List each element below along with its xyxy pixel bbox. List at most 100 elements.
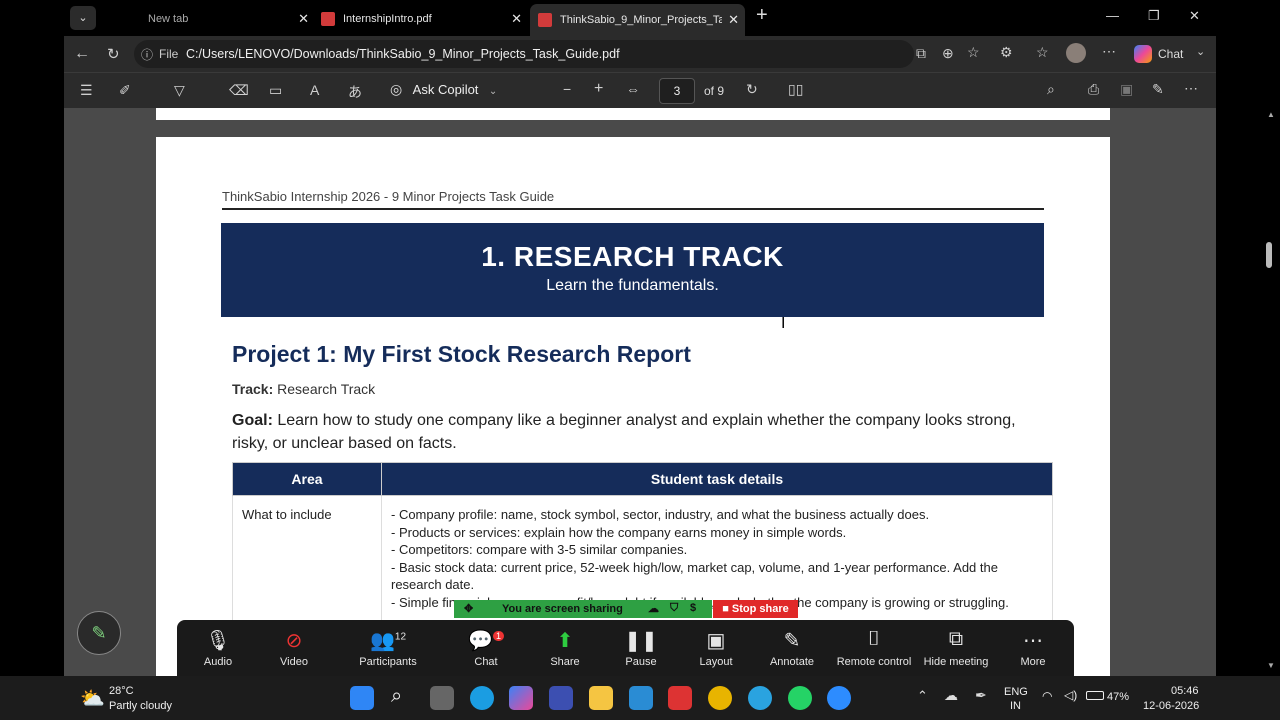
extensions-icon[interactable]: ⚙	[1000, 44, 1013, 61]
start-icon[interactable]	[350, 686, 374, 710]
back-icon[interactable]: ←	[74, 45, 90, 63]
whatsapp-icon[interactable]	[788, 686, 812, 710]
telegram-icon[interactable]	[748, 686, 772, 710]
favorites-icon[interactable]: ☆	[1036, 44, 1049, 61]
participants-label: Participants	[359, 656, 417, 668]
participants-button[interactable]: 👥12 Participants	[348, 628, 428, 668]
pdf-toolbar: ☰ ✐ ▽ ⌫ ▭ A あ ◎ Ask Copilot ⌄ − + ⇔ 3 of…	[64, 72, 1216, 108]
weather-icon[interactable]: ⛅	[80, 686, 105, 711]
chat-button[interactable]: 💬 1 Chat	[446, 628, 526, 668]
hide-meeting-button[interactable]: ⧉ Hide meeting	[916, 628, 996, 668]
stop-share-button[interactable]: ■ Stop share	[713, 600, 798, 618]
chevron-up-icon[interactable]: ⌃	[917, 688, 928, 704]
header-rule	[222, 208, 1044, 210]
chrome-icon[interactable]	[708, 686, 732, 710]
url-field[interactable]: ⓘ File C:/Users/LENOVO/Downloads/ThinkSa…	[134, 40, 914, 68]
tab-new[interactable]: New tab ✕	[100, 6, 315, 32]
copilot-icon[interactable]	[1134, 45, 1152, 63]
scroll-thumb[interactable]	[1266, 242, 1272, 268]
clock-time[interactable]: 05:46	[1171, 685, 1199, 697]
zoom-icon[interactable]	[827, 686, 851, 710]
file-explorer-icon[interactable]	[589, 686, 613, 710]
more-icon[interactable]: ⋯	[1102, 43, 1116, 60]
cloud-icon[interactable]: ☁	[944, 687, 958, 704]
store-icon[interactable]	[629, 686, 653, 710]
copilot-icon[interactable]	[509, 686, 533, 710]
zoom-in-icon[interactable]: +	[594, 80, 603, 98]
url-scheme: File	[159, 47, 179, 61]
task-view-icon[interactable]	[430, 686, 454, 710]
page-number-input[interactable]: 3	[659, 78, 695, 104]
text-icon[interactable]: ▭	[269, 82, 282, 99]
battery-percent: 47%	[1107, 691, 1130, 703]
zoom-out-icon[interactable]: −	[563, 81, 571, 97]
draw-icon[interactable]: ▽	[174, 82, 185, 99]
close-icon[interactable]: ✕	[298, 11, 309, 27]
more-button[interactable]: ⋯ More	[993, 628, 1073, 668]
annotate-pen-icon[interactable]: ✎	[77, 611, 121, 655]
read-aloud-icon[interactable]: A	[310, 82, 319, 98]
scroll-up-icon[interactable]: ▲	[1267, 110, 1275, 119]
close-icon[interactable]: ✕	[728, 12, 739, 28]
scrollbar[interactable]: ▲ ▼	[1264, 108, 1276, 676]
save-as-icon[interactable]: ✎	[1152, 81, 1164, 98]
app-icon[interactable]	[549, 686, 573, 710]
minimize-icon[interactable]: —	[1106, 8, 1119, 23]
contents-icon[interactable]: ☰	[80, 82, 93, 99]
chevron-down-icon[interactable]: ⌄	[1196, 45, 1205, 58]
scroll-down-icon[interactable]: ▼	[1267, 661, 1275, 670]
erase-icon[interactable]: ⌫	[229, 82, 249, 99]
save-icon[interactable]: ▣	[1120, 81, 1133, 98]
pause-button[interactable]: ❚❚ Pause	[601, 628, 681, 668]
avatar[interactable]	[1066, 43, 1086, 63]
window-close-icon[interactable]: ✕	[1189, 8, 1200, 24]
more-icon[interactable]: ⋯	[1184, 80, 1198, 97]
search-icon[interactable]: ⌕	[391, 685, 402, 708]
tab-internship-intro[interactable]: InternshipIntro.pdf ✕	[317, 6, 528, 32]
tab-actions-button[interactable]: ⌄	[70, 6, 96, 30]
drag-icon[interactable]: ✥	[464, 602, 473, 615]
chat-label[interactable]: Chat	[1158, 47, 1183, 61]
layout-button[interactable]: ▣ Layout	[676, 628, 756, 668]
highlight-icon[interactable]: ✐	[119, 82, 131, 99]
ask-copilot-button[interactable]: ◎ Ask Copilot ⌄	[390, 81, 497, 101]
project-title: Project 1: My First Stock Research Repor…	[232, 341, 691, 367]
favorite-icon[interactable]: ☆	[967, 44, 980, 61]
zoom-icon[interactable]: ⊕	[942, 45, 954, 62]
page-view-icon[interactable]: ▯▯	[788, 81, 803, 98]
reader-icon[interactable]: ⧉	[916, 45, 926, 62]
close-icon[interactable]: ✕	[511, 11, 522, 27]
pause-label: Pause	[625, 656, 657, 668]
video-button[interactable]: ⊘ Video	[254, 628, 334, 668]
fit-width-icon[interactable]: ⇔	[626, 81, 640, 97]
print-icon[interactable]: ⎙	[1088, 81, 1099, 98]
refresh-icon[interactable]: ↻	[107, 45, 120, 63]
restore-icon[interactable]: ❐	[1148, 8, 1160, 24]
clock-date[interactable]: 12-06-2026	[1143, 700, 1199, 712]
rotate-icon[interactable]: ↻	[746, 81, 758, 98]
audio-button[interactable]: 🎙 Audio	[178, 628, 258, 668]
info-icon[interactable]: ⓘ	[141, 46, 153, 63]
battery-icon[interactable]	[1086, 691, 1104, 700]
shield-icon: ⛉	[670, 602, 679, 614]
app-l-icon[interactable]	[668, 686, 692, 710]
audio-label: Audio	[203, 656, 233, 668]
edge-icon[interactable]	[470, 686, 494, 710]
pen-icon[interactable]: ✒	[975, 687, 987, 704]
wifi-icon[interactable]: ◠	[1042, 689, 1052, 703]
remote-control-button[interactable]: ⌷ Remote control	[834, 628, 914, 668]
annotate-button[interactable]: ✎ Annotate	[752, 628, 832, 668]
tab-task-guide[interactable]: ThinkSabio_9_Minor_Projects_Task_Guide.p…	[530, 4, 745, 36]
search-icon[interactable]: ⌕	[1047, 81, 1055, 98]
hide-meeting-label: Hide meeting	[923, 656, 989, 668]
translate-icon[interactable]: あ	[348, 82, 362, 102]
weather-desc: Partly cloudy	[109, 700, 172, 712]
volume-icon[interactable]: ◁)	[1064, 688, 1077, 702]
video-label: Video	[280, 656, 308, 668]
language-1[interactable]: ENG	[1004, 686, 1028, 698]
stop-icon: ■	[722, 603, 729, 615]
pdf-viewer[interactable]: ThinkSabio Internship 2026 - 9 Minor Pro…	[64, 108, 1216, 676]
banner-title: 1. RESEARCH TRACK	[481, 241, 784, 272]
share-button[interactable]: ⬆ Share	[525, 628, 605, 668]
new-tab-button[interactable]: +	[756, 4, 768, 27]
